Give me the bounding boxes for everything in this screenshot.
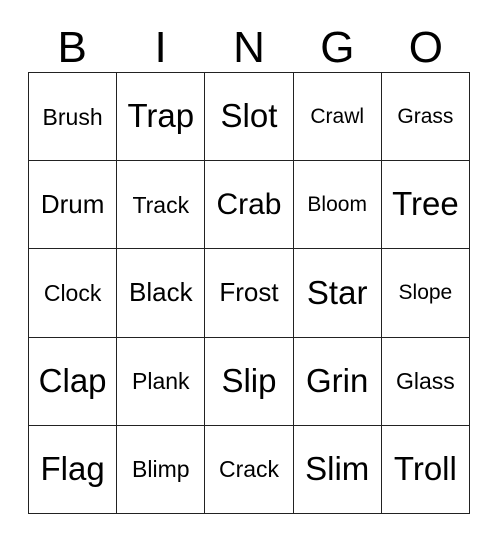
header-letter-n: N [233, 23, 265, 72]
header-letter-b: B [57, 23, 87, 72]
header-letter-g: G [320, 23, 355, 72]
bingo-cell-label: Slope [398, 280, 453, 304]
bingo-cell-n2[interactable]: Crab [205, 161, 294, 250]
bingo-cell-label: Slip [221, 361, 277, 399]
bingo-cell-g5[interactable]: Slim [293, 425, 382, 514]
bingo-cell-g4[interactable]: Grin [293, 337, 382, 426]
bingo-cell-g1[interactable]: Crawl [293, 73, 382, 162]
bingo-cell-i3[interactable]: Black [117, 249, 206, 338]
bingo-cell-label: Clap [38, 361, 107, 399]
bingo-cell-label: Star [306, 273, 368, 311]
bingo-cell-label: Drum [40, 189, 105, 220]
bingo-cell-label: Crawl [310, 104, 365, 128]
bingo-cell-b1[interactable]: Brush [29, 73, 118, 162]
bingo-cell-label: Track [132, 191, 190, 218]
bingo-cell-o4[interactable]: Glass [381, 337, 470, 426]
bingo-cell-g3[interactable]: Star [293, 249, 382, 338]
bingo-grid: Brush Trap Slot Crawl Grass Drum Track C… [28, 72, 470, 514]
bingo-card: B I N G O Brush Trap Slot Crawl Grass Dr… [0, 0, 500, 544]
bingo-cell-label: Troll [393, 450, 457, 488]
bingo-cell-b3[interactable]: Clock [29, 249, 118, 338]
bingo-cell-label: Trap [127, 97, 195, 135]
bingo-cell-o3[interactable]: Slope [381, 249, 470, 338]
bingo-cell-label: Tree [392, 185, 459, 223]
bingo-cell-n5[interactable]: Crack [205, 425, 294, 514]
bingo-cell-b2[interactable]: Drum [29, 161, 118, 250]
bingo-cell-label: Frost [219, 277, 279, 308]
bingo-cell-label: Crack [218, 456, 280, 483]
bingo-cell-g2[interactable]: Bloom [293, 161, 382, 250]
bingo-cell-i5[interactable]: Blimp [117, 425, 206, 514]
bingo-cell-b5[interactable]: Flag [29, 425, 118, 514]
bingo-cell-label: Flag [40, 450, 105, 488]
bingo-cell-label: Bloom [307, 192, 367, 216]
header-letter-i: I [154, 23, 167, 72]
bingo-cell-o2[interactable]: Tree [381, 161, 470, 250]
bingo-cell-n3[interactable]: Frost [205, 249, 294, 338]
bingo-cell-n1[interactable]: Slot [205, 73, 294, 162]
bingo-cell-o5[interactable]: Troll [381, 425, 470, 514]
bingo-cell-label: Brush [42, 103, 103, 130]
bingo-header-row: B I N G O [28, 18, 470, 72]
bingo-cell-label: Grin [306, 361, 369, 399]
bingo-cell-i1[interactable]: Trap [117, 73, 206, 162]
header-letter-o: O [408, 23, 443, 72]
bingo-cell-label: Slim [305, 450, 370, 488]
bingo-cell-label: Plank [132, 368, 190, 395]
bingo-cell-label: Glass [395, 368, 455, 395]
bingo-cell-o1[interactable]: Grass [381, 73, 470, 162]
bingo-cell-n4[interactable]: Slip [205, 337, 294, 426]
bingo-cell-label: Slot [220, 97, 278, 135]
bingo-cell-label: Clock [43, 279, 102, 306]
bingo-cell-i2[interactable]: Track [117, 161, 206, 250]
bingo-cell-label: Black [129, 277, 193, 308]
bingo-cell-i4[interactable]: Plank [117, 337, 206, 426]
bingo-cell-label: Grass [397, 104, 454, 128]
bingo-cell-b4[interactable]: Clap [29, 337, 118, 426]
bingo-cell-label: Crab [216, 188, 282, 222]
bingo-cell-label: Blimp [132, 456, 190, 483]
